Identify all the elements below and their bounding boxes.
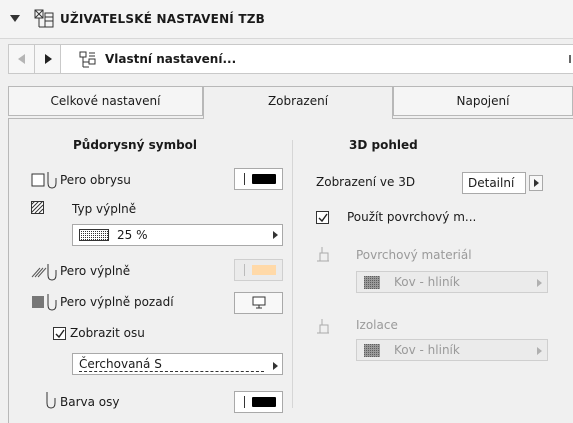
fill-background-pen-label: Pero výplně pozadí [60,295,174,309]
fill-type-dropdown[interactable]: 25 % [72,224,283,246]
pen-weight-bar [244,173,245,185]
outline-pen-swatch [252,174,276,184]
insulation-label: Izolace [356,318,398,332]
collapse-triangle-icon[interactable] [10,15,20,23]
3d-view-heading: 3D pohled [349,138,418,152]
use-surface-material-label: Použít povrchový m... [347,210,477,224]
tab-display[interactable]: Zobrazení [203,86,393,119]
tab-general-settings[interactable]: Celkové nastavení [8,86,203,116]
pen-weight-bar [244,264,245,276]
monitor-icon [252,296,266,309]
surface-material-value: Kov - hliník [394,275,460,289]
paint-bucket-icon [317,247,329,262]
fill-background-pen-picker[interactable] [234,292,283,314]
insulation-material-dropdown[interactable]: Kov - hliník [356,339,548,361]
previous-preset-button[interactable] [9,45,35,73]
axis-color-pen-icon [46,392,56,409]
active-tab-joint [204,118,392,120]
outline-pen-label: Pero obrysu [60,173,131,187]
preset-icon [79,51,96,68]
tab-connection[interactable]: Napojení [393,86,573,116]
paint-bucket-icon [317,319,329,334]
dropdown-arrow-icon [537,279,542,287]
surface-material-label: Povrchový materiál [356,248,472,262]
tzb-settings-icon [34,9,54,28]
axis-line-type-dropdown[interactable]: Čerchovaná S [72,353,283,375]
fill-type-value: 25 % [117,228,148,242]
insulation-material-value: Kov - hliník [394,343,460,357]
dropdown-arrow-icon [537,347,542,355]
tzb-settings-panel: UŽIVATELSKÉ NASTAVENÍ TZB Vlastní nastav… [0,0,573,423]
dash-dot-line-preview [79,371,264,372]
preset-name[interactable]: Vlastní nastavení... [105,52,236,66]
panel-header[interactable]: UŽIVATELSKÉ NASTAVENÍ TZB [0,0,573,39]
use-surface-material-checkbox[interactable] [316,211,329,224]
axis-color-picker[interactable] [234,391,283,413]
show-axis-checkbox[interactable] [53,327,66,340]
pen-weight-bar [244,396,245,408]
3d-display-dropdown[interactable]: Detailní [462,172,526,194]
fill-background-pen-icon [32,294,57,311]
preset-navigator: Vlastní nastavení... [8,44,573,74]
preset-dropdown-marker[interactable] [569,55,571,63]
checkmark-icon [318,213,328,223]
panel-title: UŽIVATELSKÉ NASTAVENÍ TZB [60,12,265,26]
fill-type-label: Typ výplně [72,202,137,216]
dropdown-arrow-icon [273,231,278,239]
metal-texture-icon [364,344,380,357]
arrow-left-icon [18,54,25,64]
outline-pen-picker[interactable] [234,168,283,190]
outline-pen-icon [31,172,57,189]
fill-pen-swatch [252,265,276,275]
next-preset-button[interactable] [35,45,61,73]
3d-display-value: Detailní [468,176,515,190]
floor-plan-symbol-heading: Půdorysný symbol [73,138,198,152]
fill-type-icon [31,201,44,214]
3d-display-label: Zobrazení ve 3D [316,175,416,189]
checkmark-icon [55,329,65,339]
dot-pattern-icon [79,229,109,241]
metal-texture-icon [364,276,380,289]
arrow-right-icon [45,54,52,64]
axis-color-swatch [252,397,276,407]
show-axis-label: Zobrazit osu [70,326,145,340]
fill-pen-label: Pero výplně [60,264,131,278]
column-divider [292,140,293,408]
axis-line-type-value: Čerchovaná S [79,357,162,371]
axis-color-label: Barva osy [60,395,120,409]
3d-display-arrow-button[interactable] [529,175,543,191]
arrow-right-icon [534,179,539,187]
dropdown-arrow-icon [273,362,278,370]
surface-material-dropdown[interactable]: Kov - hliník [356,271,548,293]
fill-pen-icon [31,264,57,281]
fill-pen-picker[interactable] [234,259,283,281]
